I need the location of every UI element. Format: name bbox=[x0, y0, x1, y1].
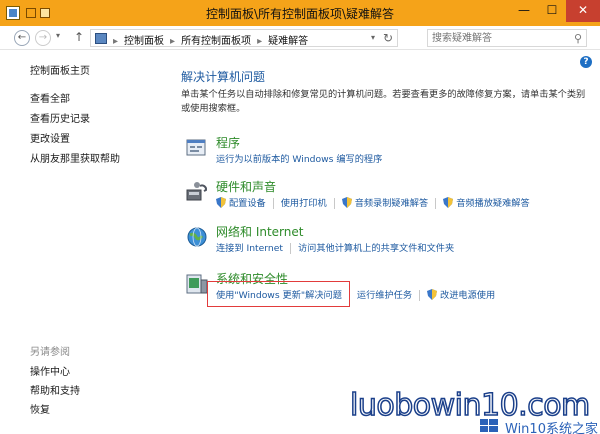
forward-button[interactable]: → bbox=[35, 30, 51, 46]
link-configure-device[interactable]: 配置设备 bbox=[216, 195, 266, 209]
refresh-icon[interactable]: ↻ bbox=[383, 31, 393, 45]
control-panel-crumb-icon bbox=[95, 33, 107, 44]
link-use-printer[interactable]: 使用打印机 bbox=[281, 195, 327, 209]
search-icon[interactable]: ⚲ bbox=[574, 32, 582, 45]
link-audio-recording[interactable]: 音频录制疑难解答 bbox=[341, 195, 428, 209]
address-toolbar: ← → ▾ ↑ ▸控制面板▸所有控制面板项▸疑难解答 ▾ ↻ ⚲ bbox=[0, 26, 600, 50]
see-also-action-center[interactable]: 操作中心 bbox=[30, 363, 170, 382]
link-run-older-programs[interactable]: 运行为以前版本的 Windows 编写的程序 bbox=[216, 151, 382, 165]
page-title: 解决计算机问题 bbox=[181, 70, 266, 84]
link-improve-power[interactable]: 改进电源使用 bbox=[427, 287, 495, 301]
page-description: 单击某个任务以自动排除和修复常见的计算机问题。若要查看更多的故障修复方案，请单击… bbox=[181, 89, 586, 114]
recent-locations-chevron-icon[interactable]: ▾ bbox=[56, 31, 60, 40]
close-button[interactable]: ✕ bbox=[566, 0, 600, 22]
main-content: 解决计算机问题 单击某个任务以自动排除和修复常见的计算机问题。若要查看更多的故障… bbox=[181, 68, 591, 116]
link-audio-playback[interactable]: 音频播放疑难解答 bbox=[443, 195, 530, 209]
title-bar: 控制面板\所有控制面板项\疑难解答 — ☐ ✕ bbox=[0, 0, 600, 26]
breadcrumb-troubleshooting[interactable]: 疑难解答 bbox=[268, 36, 308, 47]
hardware-sound-icon bbox=[186, 182, 208, 201]
sidebar-tasks: 查看全部 查看历史记录 更改设置 从朋友那里获取帮助 bbox=[30, 94, 120, 174]
see-also: 另请参阅 操作中心 帮助和支持 恢复 bbox=[30, 343, 170, 420]
breadcrumb-control-panel[interactable]: 控制面板 bbox=[124, 36, 164, 47]
link-maintenance-tasks[interactable]: 运行维护任务 bbox=[357, 287, 412, 301]
category-links: 运行为以前版本的 Windows 编写的程序 bbox=[216, 151, 382, 165]
category-links: 连接到 Internet 访问其他计算机上的共享文件和文件夹 bbox=[216, 240, 454, 254]
breadcrumb-all-items[interactable]: 所有控制面板项 bbox=[181, 36, 251, 47]
link-shared-files[interactable]: 访问其他计算机上的共享文件和文件夹 bbox=[298, 240, 454, 254]
network-internet-icon bbox=[187, 227, 207, 247]
watermark-subtext: Win10系统之家 bbox=[505, 422, 598, 434]
category-programs: 程序 运行为以前版本的 Windows 编写的程序 bbox=[185, 134, 595, 178]
system-security-icon bbox=[186, 274, 208, 294]
sidebar-item-get-help[interactable]: 从朋友那里获取帮助 bbox=[30, 154, 120, 174]
sidebar-item-home[interactable]: 控制面板主页 bbox=[30, 66, 90, 86]
windows-logo-icon bbox=[480, 419, 498, 432]
uac-shield-icon bbox=[341, 197, 352, 208]
category-network-internet: 网络和 Internet 连接到 Internet 访问其他计算机上的共享文件和文… bbox=[185, 223, 595, 267]
address-dropdown-icon[interactable]: ▾ bbox=[371, 33, 375, 42]
category-hardware-sound: 硬件和声音 配置设备 使用打印机 音频录制疑难解答 音频播放疑难解答 bbox=[185, 178, 595, 222]
search-input[interactable] bbox=[428, 30, 568, 46]
see-also-recovery[interactable]: 恢复 bbox=[30, 401, 170, 420]
breadcrumb: ▸ 控制面板 ▸ 所有控制面板项 ▸ 疑难解答 bbox=[113, 36, 309, 47]
back-button[interactable]: ← bbox=[14, 30, 30, 46]
minimize-button[interactable]: — bbox=[510, 0, 538, 22]
uac-shield-icon bbox=[427, 289, 438, 300]
category-title[interactable]: 硬件和声音 bbox=[216, 178, 276, 195]
highlight-box bbox=[207, 281, 350, 307]
uac-shield-icon bbox=[443, 197, 454, 208]
watermark: luobowin10.com Win10系统之家 bbox=[349, 387, 600, 434]
uac-shield-icon bbox=[216, 197, 226, 208]
see-also-help-support[interactable]: 帮助和支持 bbox=[30, 382, 170, 401]
programs-icon bbox=[186, 139, 206, 156]
category-title[interactable]: 网络和 Internet bbox=[216, 223, 303, 240]
address-bar[interactable]: ▸ 控制面板 ▸ 所有控制面板项 ▸ 疑难解答 ▾ ↻ bbox=[90, 29, 398, 47]
search-box[interactable]: ⚲ bbox=[427, 29, 587, 47]
see-also-header: 另请参阅 bbox=[30, 347, 70, 358]
maximize-button[interactable]: ☐ bbox=[538, 0, 566, 22]
help-icon[interactable]: ? bbox=[580, 56, 592, 68]
sidebar-item-change-settings[interactable]: 更改设置 bbox=[30, 134, 120, 154]
link-connect-internet[interactable]: 连接到 Internet bbox=[216, 240, 283, 254]
up-arrow-icon[interactable]: ↑ bbox=[74, 30, 84, 44]
sidebar-item-view-all[interactable]: 查看全部 bbox=[30, 94, 120, 114]
category-links: 配置设备 使用打印机 音频录制疑难解答 音频播放疑难解答 bbox=[216, 195, 530, 209]
category-title[interactable]: 程序 bbox=[216, 134, 240, 151]
sidebar-item-view-history[interactable]: 查看历史记录 bbox=[30, 114, 120, 134]
